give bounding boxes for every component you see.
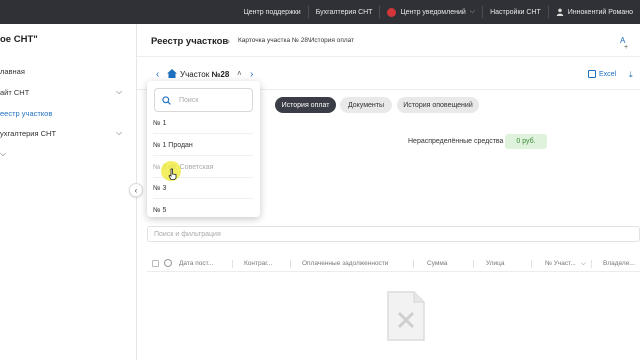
column-header[interactable]: Контраг...	[244, 260, 272, 267]
home-icon	[167, 69, 177, 78]
tab-notification-history[interactable]: История оповещений	[397, 97, 479, 113]
settings-link[interactable]: Настройки СНТ	[483, 0, 548, 24]
empty-document-icon	[387, 291, 425, 341]
bell-icon	[387, 7, 397, 17]
notifications-menu[interactable]: Центр уведомлений ⌵	[380, 0, 482, 24]
user-menu[interactable]: Иннокентий Романо	[549, 0, 640, 24]
notifications-label: Центр уведомлений	[400, 8, 466, 16]
accounting-label: Бухгалтерия СНТ	[315, 8, 373, 16]
divider	[153, 155, 253, 156]
tab-payment-history[interactable]: История оплат	[275, 97, 336, 113]
breadcrumb: Карточка участка № 28\История оплат	[238, 37, 355, 44]
chevron-down-icon[interactable]: ⌵	[116, 128, 122, 138]
plot-dropdown: Поиск № 1 № 1 Продан № 2 ул. Советская №…	[147, 81, 260, 217]
select-all-checkbox[interactable]	[152, 260, 159, 267]
sort-icon[interactable]: ⌵	[581, 260, 586, 268]
user-name: Иннокентий Романо	[567, 8, 633, 16]
sidebar-item-site[interactable]: айт СНТ	[0, 88, 29, 97]
chevron-up-icon[interactable]: ˄	[237, 69, 242, 78]
excel-icon	[588, 70, 596, 78]
plot-label-prefix: Участок	[180, 70, 212, 79]
dropdown-option[interactable]: № 5	[153, 207, 166, 214]
support-label: Центр поддержки	[243, 8, 301, 16]
column-header[interactable]: Дата пост...	[179, 260, 213, 267]
column-divider	[413, 260, 414, 268]
column-divider	[232, 260, 233, 268]
download-icon[interactable]: ⤓	[629, 70, 633, 80]
plot-selector[interactable]: Участок №28	[180, 70, 229, 79]
column-header[interactable]: № Участ...	[545, 260, 576, 267]
divider	[137, 56, 640, 57]
collapse-sidebar-button[interactable]: ‹	[129, 183, 143, 197]
chevron-right-icon: ›	[227, 36, 230, 46]
hand-cursor-icon	[168, 168, 177, 180]
page-title[interactable]: Реестр участков	[151, 36, 228, 47]
dropdown-option[interactable]: № 3	[153, 185, 166, 192]
dropdown-search-field[interactable]: Поиск	[154, 88, 253, 112]
support-link[interactable]: Центр поддержки	[237, 0, 308, 24]
plot-number: №28	[211, 70, 230, 79]
sidebar-item-registry[interactable]: еестр участков	[0, 109, 52, 118]
dropdown-option[interactable]: № 1	[153, 120, 166, 127]
user-icon	[556, 8, 563, 16]
column-divider	[591, 260, 592, 268]
gear-icon[interactable]	[164, 259, 172, 267]
search-filter-input[interactable]: Поиск и фильтрация	[147, 226, 640, 242]
column-divider	[290, 260, 291, 268]
top-bar: Центр поддержки Бухгалтерия СНТ Центр ув…	[0, 0, 640, 24]
tab-documents[interactable]: Документы	[340, 97, 392, 113]
column-header[interactable]: Владеле...	[603, 260, 635, 267]
brand-name: ое СНТ"	[0, 34, 38, 45]
search-icon	[162, 95, 171, 105]
column-header[interactable]: Сумма	[427, 260, 447, 267]
export-excel-button[interactable]: Excel	[588, 70, 616, 78]
dropdown-option[interactable]: № 1 Продан	[153, 142, 193, 149]
chevron-down-icon[interactable]: ⌵	[116, 87, 122, 97]
excel-label: Excel	[599, 70, 617, 78]
column-header[interactable]: Оплаченные задолженности	[302, 260, 388, 267]
previous-plot-button[interactable]: ‹	[156, 69, 159, 80]
sidebar-item-accounting[interactable]: ухгалтерия СНТ	[0, 129, 56, 138]
sidebar-item-home[interactable]: лавная	[0, 67, 25, 76]
sidebar: ое СНТ" лавная айт СНТ ⌵ еестр участков …	[0, 24, 137, 360]
plus-icon[interactable]: +	[624, 44, 628, 51]
column-header[interactable]: Улица	[486, 260, 504, 267]
table-header: Дата пост... Контраг... Оплаченные задол…	[147, 256, 640, 272]
chevron-down-icon: ⌵	[469, 8, 476, 15]
chevron-down-icon[interactable]: ⌵	[0, 149, 6, 159]
undistributed-funds-label: Нераспределённые средства	[408, 138, 504, 145]
next-plot-button[interactable]: ›	[250, 69, 253, 80]
accounting-link[interactable]: Бухгалтерия СНТ	[309, 0, 380, 24]
settings-label: Настройки СНТ	[490, 8, 541, 16]
column-divider	[473, 260, 474, 268]
divider	[153, 198, 253, 199]
column-divider	[531, 260, 532, 268]
dropdown-search-placeholder: Поиск	[179, 96, 199, 104]
divider	[153, 133, 253, 134]
undistributed-funds-value: 0 руб.	[505, 134, 547, 149]
